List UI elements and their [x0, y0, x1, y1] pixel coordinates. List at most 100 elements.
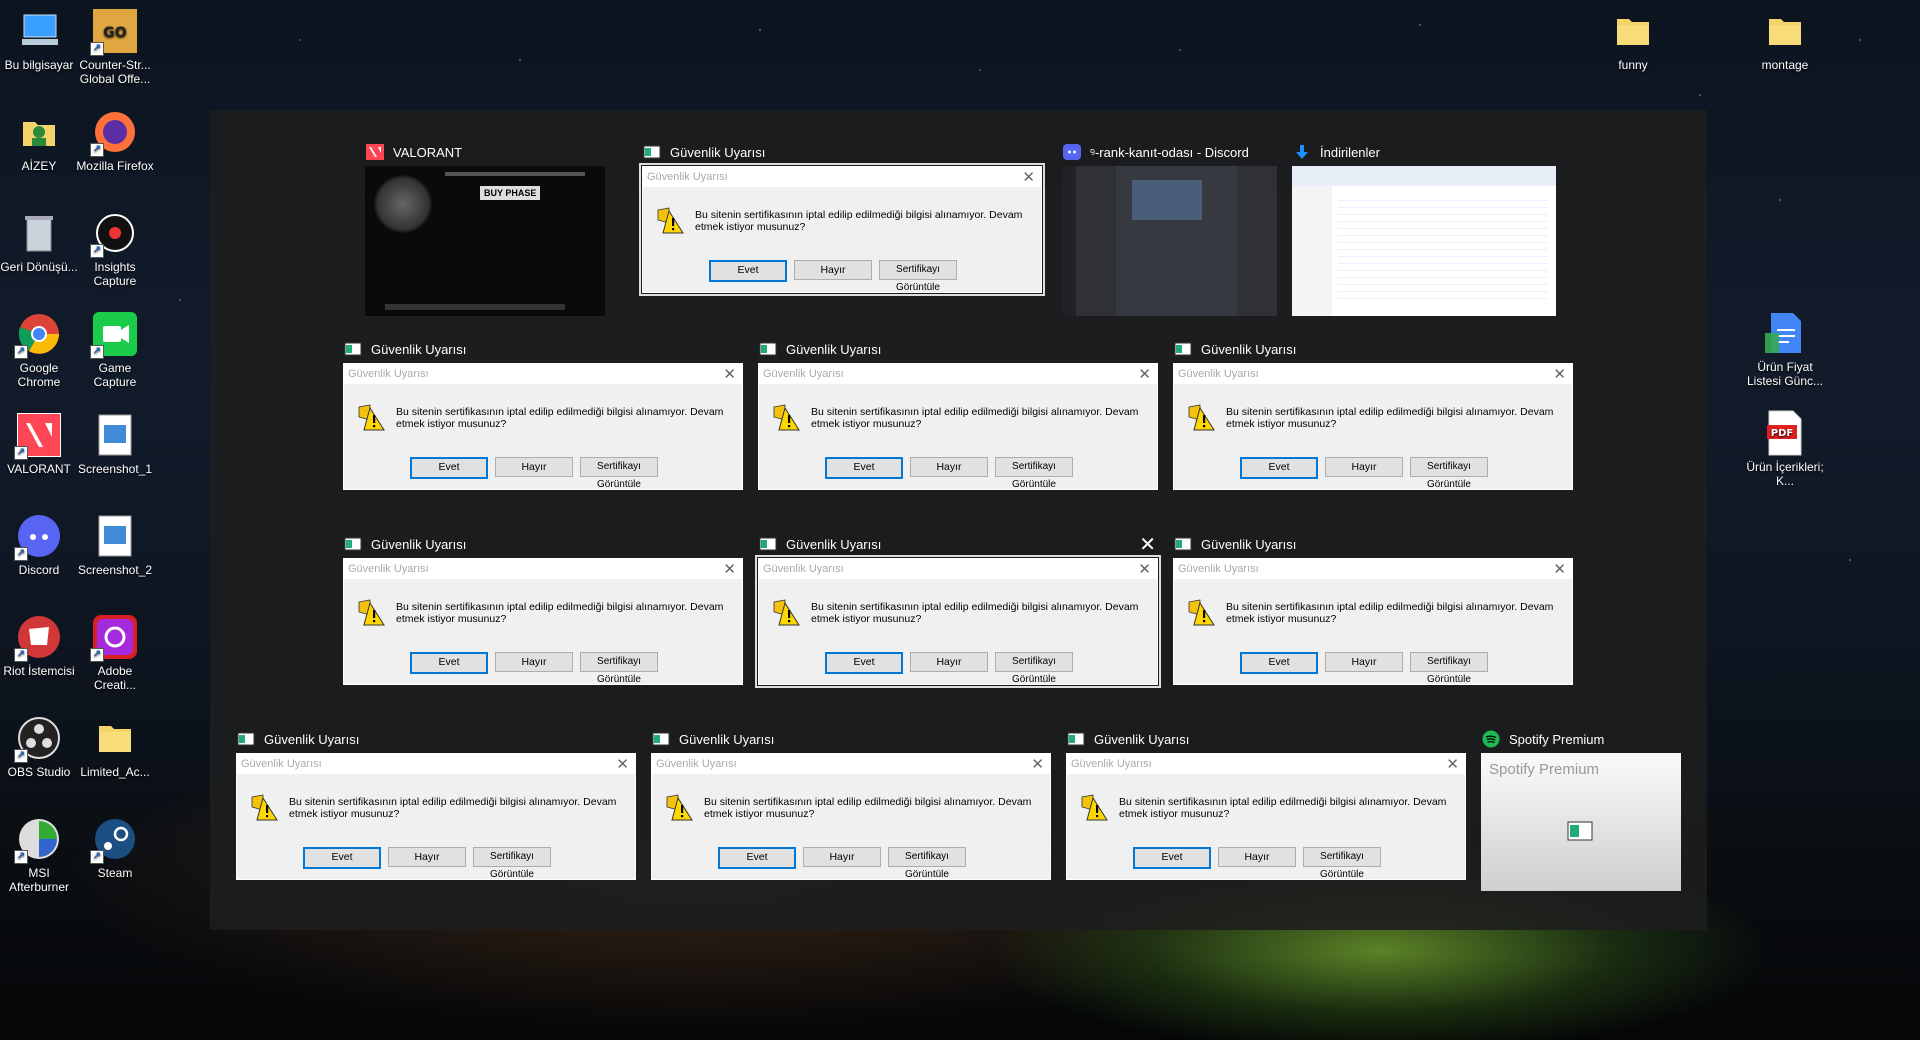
no-button[interactable]: Hayır — [1325, 457, 1403, 477]
view-certificate-button[interactable]: Sertifikayı Görüntüle — [995, 652, 1073, 685]
yes-button[interactable]: Evet — [1240, 457, 1318, 479]
window-security-alert[interactable]: Güvenlik Uyarısı Güvenlik Uyarısı ✕ Bu s… — [758, 335, 1158, 490]
desktop-icon-pdf[interactable]: PDF Ürün İçerikleri; K... — [1746, 410, 1824, 488]
no-button[interactable]: Hayır — [910, 652, 988, 672]
view-certificate-button[interactable]: Sertifikayı Görüntüle — [888, 847, 966, 880]
dialog-close-icon[interactable]: ✕ — [1446, 755, 1459, 773]
no-button[interactable]: Hayır — [1218, 847, 1296, 867]
desktop-icon-image-file[interactable]: Screenshot_1 — [76, 412, 154, 476]
dialog-title: Güvenlik Uyarısı — [643, 167, 1041, 187]
desktop-icon-discord[interactable]: ↗ Discord — [0, 513, 78, 577]
desktop-icon-label: Counter-Str... Global Offe... — [79, 58, 151, 86]
window-valorant[interactable]: VALORANT BUY PHASE — [365, 138, 605, 316]
desktop-icon-folder[interactable]: Limited_Ac... — [76, 715, 154, 779]
desktop-icon-csgo[interactable]: GO ↗ Counter-Str... Global Offe... — [76, 8, 154, 86]
desktop-icon-folder[interactable]: funny — [1594, 8, 1672, 72]
window-security-alert[interactable]: Güvenlik Uyarısı Güvenlik Uyarısı ✕ Bu s… — [236, 725, 636, 880]
close-window-icon[interactable]: ✕ — [1139, 532, 1156, 557]
window-app-icon — [758, 535, 778, 553]
window-title: Güvenlik Uyarısı — [371, 536, 467, 552]
desktop-icon-insights-capture[interactable]: ↗ Insights Capture — [76, 210, 154, 288]
desktop-icon-image-file[interactable]: Screenshot_2 — [76, 513, 154, 577]
desktop-icon-msi-afterburner[interactable]: ↗ MSI Afterburner — [0, 816, 78, 894]
dialog-close-icon[interactable]: ✕ — [1553, 560, 1566, 578]
window-security-alert[interactable]: Güvenlik Uyarısı Güvenlik Uyarısı ✕ Bu s… — [343, 335, 743, 490]
desktop-icon-label: Insights Capture — [93, 260, 137, 288]
dialog-close-icon[interactable]: ✕ — [723, 365, 736, 383]
desktop-icon-adobe-cc[interactable]: ↗ Adobe Creati... — [76, 614, 154, 692]
warning-shield-icon — [356, 404, 386, 432]
view-certificate-button[interactable]: Sertifikayı Görüntüle — [1410, 652, 1488, 685]
desktop-icon-obs[interactable]: ↗ OBS Studio — [0, 715, 78, 779]
desktop-icon-riot-client[interactable]: ↗ Riot İstemcisi — [0, 614, 78, 678]
view-certificate-button[interactable]: Sertifikayı Görüntüle — [1303, 847, 1381, 880]
desktop-icon-computer[interactable]: Bu bilgisayar — [0, 8, 78, 72]
yes-button[interactable]: Evet — [718, 847, 796, 869]
shortcut-arrow-icon: ↗ — [14, 648, 28, 662]
yes-button[interactable]: Evet — [825, 652, 903, 674]
desktop-icon-label: MSI Afterburner — [8, 866, 70, 894]
window-spotify[interactable]: Spotify Premium Spotify Premium — [1481, 725, 1681, 891]
no-button[interactable]: Hayır — [910, 457, 988, 477]
yes-button[interactable]: Evet — [303, 847, 381, 869]
window-security-alert-selected[interactable]: Güvenlik Uyarısı Güvenlik Uyarısı ✕ Bu s… — [639, 138, 1045, 296]
yes-button[interactable]: Evet — [410, 652, 488, 674]
dialog-message: Bu sitenin sertifikasının iptal edilip e… — [1119, 796, 1447, 820]
no-button[interactable]: Hayır — [1325, 652, 1403, 672]
valorant-icon: ↗ — [14, 412, 62, 460]
dialog-close-icon[interactable]: ✕ — [1138, 365, 1151, 383]
desktop-icon-folder[interactable]: montage — [1746, 8, 1824, 72]
yes-button[interactable]: Evet — [410, 457, 488, 479]
spotify-icon — [1481, 730, 1501, 748]
window-security-alert[interactable]: Güvenlik Uyarısı Güvenlik Uyarısı ✕ Bu s… — [651, 725, 1051, 880]
window-security-alert[interactable]: Güvenlik Uyarısı Güvenlik Uyarısı ✕ Bu s… — [1173, 530, 1573, 685]
view-certificate-button[interactable]: Sertifikayı Görüntüle — [580, 652, 658, 685]
desktop-icon-label: montage — [1761, 58, 1809, 72]
desktop-icon-firefox[interactable]: ↗ Mozilla Firefox — [76, 109, 154, 173]
dialog-close-icon[interactable]: ✕ — [1138, 560, 1151, 578]
view-certificate-button[interactable]: Sertifikayı Görüntüle — [995, 457, 1073, 490]
dialog-message: Bu sitenin sertifikasının iptal edilip e… — [811, 406, 1139, 430]
steam-icon: ↗ — [90, 816, 138, 864]
view-certificate-button[interactable]: Sertifikayı Görüntüle — [580, 457, 658, 490]
desktop-icon-chrome[interactable]: ↗ Google Chrome — [0, 311, 78, 389]
desktop-icon-label: Riot İstemcisi — [3, 664, 75, 678]
dialog-title: Güvenlik Uyarısı — [652, 754, 1050, 774]
desktop-icon-valorant[interactable]: ↗ VALORANT — [0, 412, 78, 476]
dialog-close-icon[interactable]: ✕ — [1553, 365, 1566, 383]
desktop-icon-recycle-bin[interactable]: Geri Dönüşü... — [0, 210, 78, 274]
window-security-alert[interactable]: Güvenlik Uyarısı Güvenlik Uyarısı ✕ Bu s… — [343, 530, 743, 685]
view-certificate-button[interactable]: Sertifikayı Görüntüle — [879, 260, 957, 293]
no-button[interactable]: Hayır — [794, 260, 872, 280]
yes-button[interactable]: Evet — [1240, 652, 1318, 674]
no-button[interactable]: Hayır — [388, 847, 466, 867]
view-certificate-button[interactable]: Sertifikayı Görüntüle — [473, 847, 551, 880]
view-certificate-button[interactable]: Sertifikayı Görüntüle — [1410, 457, 1488, 490]
warning-shield-icon — [655, 207, 685, 235]
desktop-icon-steam[interactable]: ↗ Steam — [76, 816, 154, 880]
yes-button[interactable]: Evet — [709, 260, 787, 282]
dialog-close-icon[interactable]: ✕ — [723, 560, 736, 578]
insights-capture-icon: ↗ — [90, 210, 138, 258]
window-discord[interactable]: ꝰ-rank-kanıt-odası - Discord — [1062, 138, 1277, 316]
yes-button[interactable]: Evet — [825, 457, 903, 479]
dialog-close-icon[interactable]: ✕ — [1031, 755, 1044, 773]
dialog-close-icon[interactable]: ✕ — [1022, 168, 1035, 186]
desktop-icon-user-folder[interactable]: AİZEY — [0, 109, 78, 173]
security-dialog: Güvenlik Uyarısı ✕ Bu sitenin sertifikas… — [1066, 753, 1466, 880]
no-button[interactable]: Hayır — [495, 457, 573, 477]
dialog-close-icon[interactable]: ✕ — [616, 755, 629, 773]
no-button[interactable]: Hayır — [803, 847, 881, 867]
desktop-icon-game-capture[interactable]: ↗ Game Capture — [76, 311, 154, 389]
security-dialog: Güvenlik Uyarısı ✕ Bu sitenin sertifikas… — [1173, 363, 1573, 490]
no-button[interactable]: Hayır — [495, 652, 573, 672]
yes-button[interactable]: Evet — [1133, 847, 1211, 869]
window-security-alert-hovered[interactable]: Güvenlik Uyarısı ✕ Güvenlik Uyarısı ✕ Bu … — [755, 530, 1161, 688]
download-arrow-icon — [1292, 143, 1312, 161]
desktop-icon-google-docs[interactable]: Ürün Fiyat Listesi Günc... — [1746, 310, 1824, 388]
security-dialog: Güvenlik Uyarısı ✕ Bu sitenin sertifikas… — [1173, 558, 1573, 685]
window-security-alert[interactable]: Güvenlik Uyarısı Güvenlik Uyarısı ✕ Bu s… — [1066, 725, 1466, 880]
discord-thumbnail — [1062, 166, 1277, 316]
window-security-alert[interactable]: Güvenlik Uyarısı Güvenlik Uyarısı ✕ Bu s… — [1173, 335, 1573, 490]
window-downloads[interactable]: İndirilenler — [1292, 138, 1562, 316]
